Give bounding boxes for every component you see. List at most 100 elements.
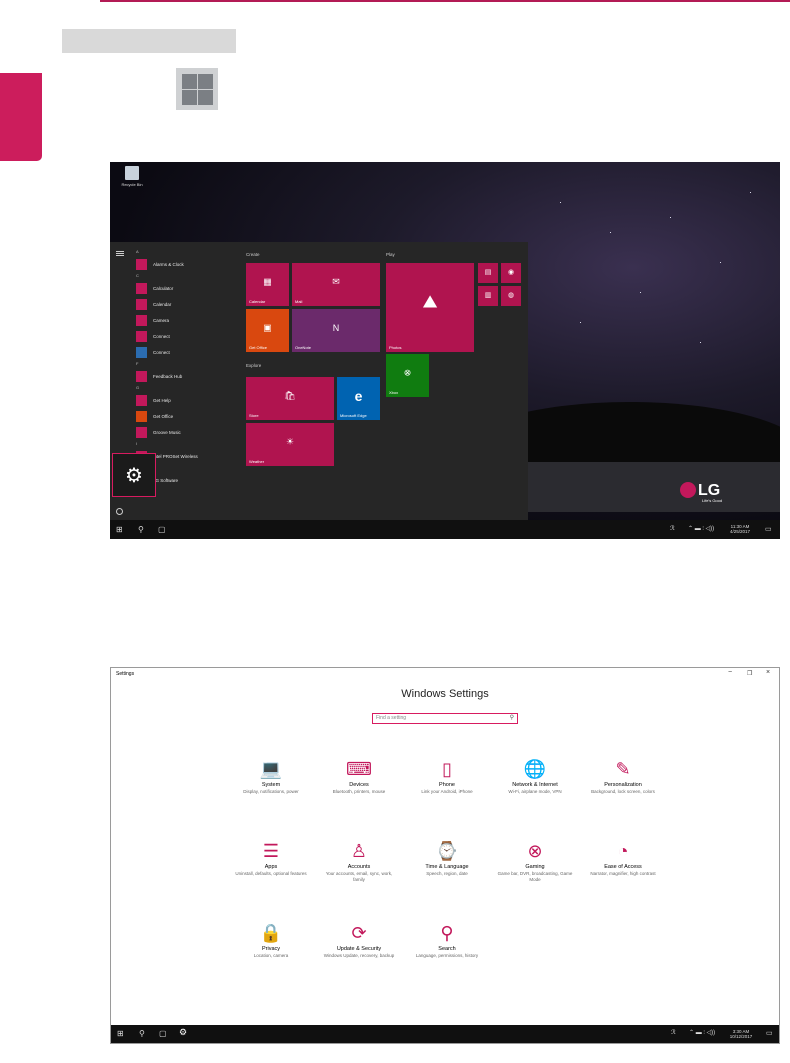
app-list-letter[interactable]: I (136, 440, 236, 448)
app-icon (136, 298, 147, 310)
recycle-bin-shortcut[interactable]: Recycle Bin (117, 166, 147, 187)
onenote-icon: N (332, 322, 340, 333)
star (580, 322, 581, 323)
tile-label: Photos (389, 345, 402, 350)
photos-icon: ⛰ (422, 291, 438, 312)
list-item[interactable]: Connect (136, 328, 236, 344)
close-icon[interactable]: × (766, 669, 770, 676)
action-center-icon[interactable]: ▭ (766, 1029, 773, 1038)
tile-label: Calendar (249, 299, 266, 304)
category-name: Network & Internet (512, 782, 558, 788)
list-item[interactable]: Groove Music (136, 424, 236, 440)
tile-groove[interactable]: ◉ (501, 263, 521, 283)
settings-category-time-language[interactable]: ⌚ Time & Language Speech, region, date (404, 840, 490, 877)
settings-category-personalization[interactable]: ✎ Personalization Background, lock screen,… (580, 758, 666, 795)
settings-category-search[interactable]: ⚲ Search Language, permissions, history (404, 922, 490, 959)
category-name: Personalization (604, 782, 642, 788)
brand-tagline: Life's Good (702, 498, 723, 503)
star (610, 232, 611, 233)
app-label: LG Software (153, 477, 179, 483)
webcam-icon: ◍ (507, 291, 515, 299)
clock-date: 4/25/2017 (729, 529, 751, 534)
star (720, 262, 721, 263)
tile-edge[interactable]: e Microsoft Edge (337, 377, 380, 420)
list-item[interactable]: Camera (136, 312, 236, 328)
start-button-icon[interactable]: ⊞ (117, 1029, 124, 1038)
settings-category-network[interactable]: 🌐 Network & Internet Wi-Fi, airplane mode,… (492, 758, 578, 795)
list-item[interactable]: Calendar (136, 296, 236, 312)
lg-logo: LG Life's Good (680, 482, 722, 503)
app-list-letter[interactable]: G (136, 384, 236, 392)
list-item[interactable]: Alarms & Clock (136, 256, 236, 272)
star (750, 192, 751, 193)
tile-mail[interactable]: ✉ Mail (292, 263, 380, 306)
search-input[interactable]: Find a setting ⚲ (372, 713, 518, 724)
person-icon: ♙ (350, 841, 368, 861)
minimize-icon[interactable]: − (728, 669, 732, 676)
list-item[interactable]: Get Help (136, 392, 236, 408)
search-icon[interactable]: ⚲ (138, 525, 144, 534)
settings-category-devices[interactable]: ⌨ Devices Bluetooth, printers, mouse (316, 758, 402, 795)
devices-icon: ⌨ (346, 759, 372, 779)
restore-icon[interactable]: ❐ (747, 670, 752, 677)
task-view-icon[interactable]: ▢ (158, 525, 166, 534)
tile-weather[interactable]: ☀ Weather (246, 423, 334, 466)
tile-photos[interactable]: ⛰ Photos (386, 263, 474, 352)
settings-category-privacy[interactable]: 🔒 Privacy Location, camera (228, 922, 314, 959)
tile-label: Store (249, 413, 259, 418)
power-icon[interactable] (116, 508, 123, 515)
hamburger-icon[interactable] (116, 251, 124, 252)
category-desc: Link your Android, iPhone (421, 789, 473, 794)
settings-category-update-security[interactable]: ⟳ Update & Security Windows Update, recove… (316, 922, 402, 959)
list-item[interactable]: Connect (136, 344, 236, 360)
settings-taskbar-icon[interactable]: ⚙ (179, 1028, 187, 1037)
action-center-icon[interactable]: ▭ (765, 525, 772, 534)
tile-store[interactable]: 🛍 Store (246, 377, 334, 420)
tray-icons[interactable]: ⌃ ▬ ⫶ ◁)) (688, 525, 714, 534)
tray-icons[interactable]: ⌃ ▬ ⫶ ◁)) (689, 1029, 715, 1038)
tile-camera[interactable]: ◍ (501, 286, 521, 306)
app-label: Feedback Hub (153, 373, 183, 379)
category-name: Phone (439, 782, 455, 788)
app-icon (136, 346, 147, 358)
office-icon: ▣ (263, 322, 272, 333)
list-item[interactable]: Calculator (136, 280, 236, 296)
tile-get-office[interactable]: ▣ Get Office (246, 309, 289, 352)
tile-xbox[interactable]: ⊗ Xbox (386, 354, 429, 397)
category-desc: Speech, region, date (426, 871, 468, 876)
taskbar-clock[interactable]: 11:30 AM 4/25/2017 (720, 524, 760, 534)
list-item[interactable]: Get Office (136, 408, 236, 424)
app-icon (136, 282, 147, 294)
tile-calendar[interactable]: ▦ Calendar (246, 263, 289, 306)
app-label: Groove Music (153, 429, 181, 435)
task-view-icon[interactable]: ▢ (159, 1029, 167, 1038)
search-icon[interactable]: ⚲ (139, 1029, 145, 1038)
people-icon[interactable]: ℛ (670, 525, 675, 534)
app-list-letter[interactable]: F (136, 360, 236, 368)
category-desc: Bluetooth, printers, mouse (332, 789, 386, 794)
tile-label: Get Office (249, 345, 267, 350)
edge-icon: e (354, 387, 363, 404)
people-icon[interactable]: ℛ (671, 1029, 676, 1038)
settings-category-system[interactable]: 💻 System Display, notifications, power (228, 758, 314, 795)
tile-label: Weather (249, 459, 265, 464)
category-desc: Windows Update, recovery, backup (323, 953, 395, 958)
app-label: Intel PROSet Wireless (153, 453, 198, 459)
mail-icon: ✉ (332, 276, 340, 287)
tile-onenote[interactable]: N OneNote (292, 309, 380, 352)
app-list-letter[interactable]: A (136, 248, 236, 256)
settings-category-phone[interactable]: ▯ Phone Link your Android, iPhone (404, 758, 490, 795)
start-button-icon[interactable]: ⊞ (116, 525, 123, 534)
taskbar-clock[interactable]: 3:30 AM 10/12/2017 (721, 1029, 761, 1039)
tile-movies[interactable]: ▤ (478, 263, 498, 283)
settings-gear-highlight[interactable]: ⚙ (112, 453, 156, 497)
app-icon (136, 410, 147, 422)
tile-calculator[interactable]: ▥ (478, 286, 498, 306)
list-item[interactable]: Feedback Hub (136, 368, 236, 384)
category-desc: Game bar, DVR, broadcasting, Game Mode (497, 871, 573, 882)
settings-category-apps[interactable]: ☰ Apps Uninstall, defaults, optional featu… (228, 840, 314, 877)
app-list-letter[interactable]: C (136, 272, 236, 280)
settings-category-ease-of-access[interactable]: ◔ Ease of Access Narrator, magnifier, high… (580, 840, 666, 877)
settings-category-gaming[interactable]: ⊗ Gaming Game bar, DVR, broadcasting, Game… (492, 840, 578, 883)
settings-category-accounts[interactable]: ♙ Accounts Your accounts, email, sync, wor… (316, 840, 402, 883)
